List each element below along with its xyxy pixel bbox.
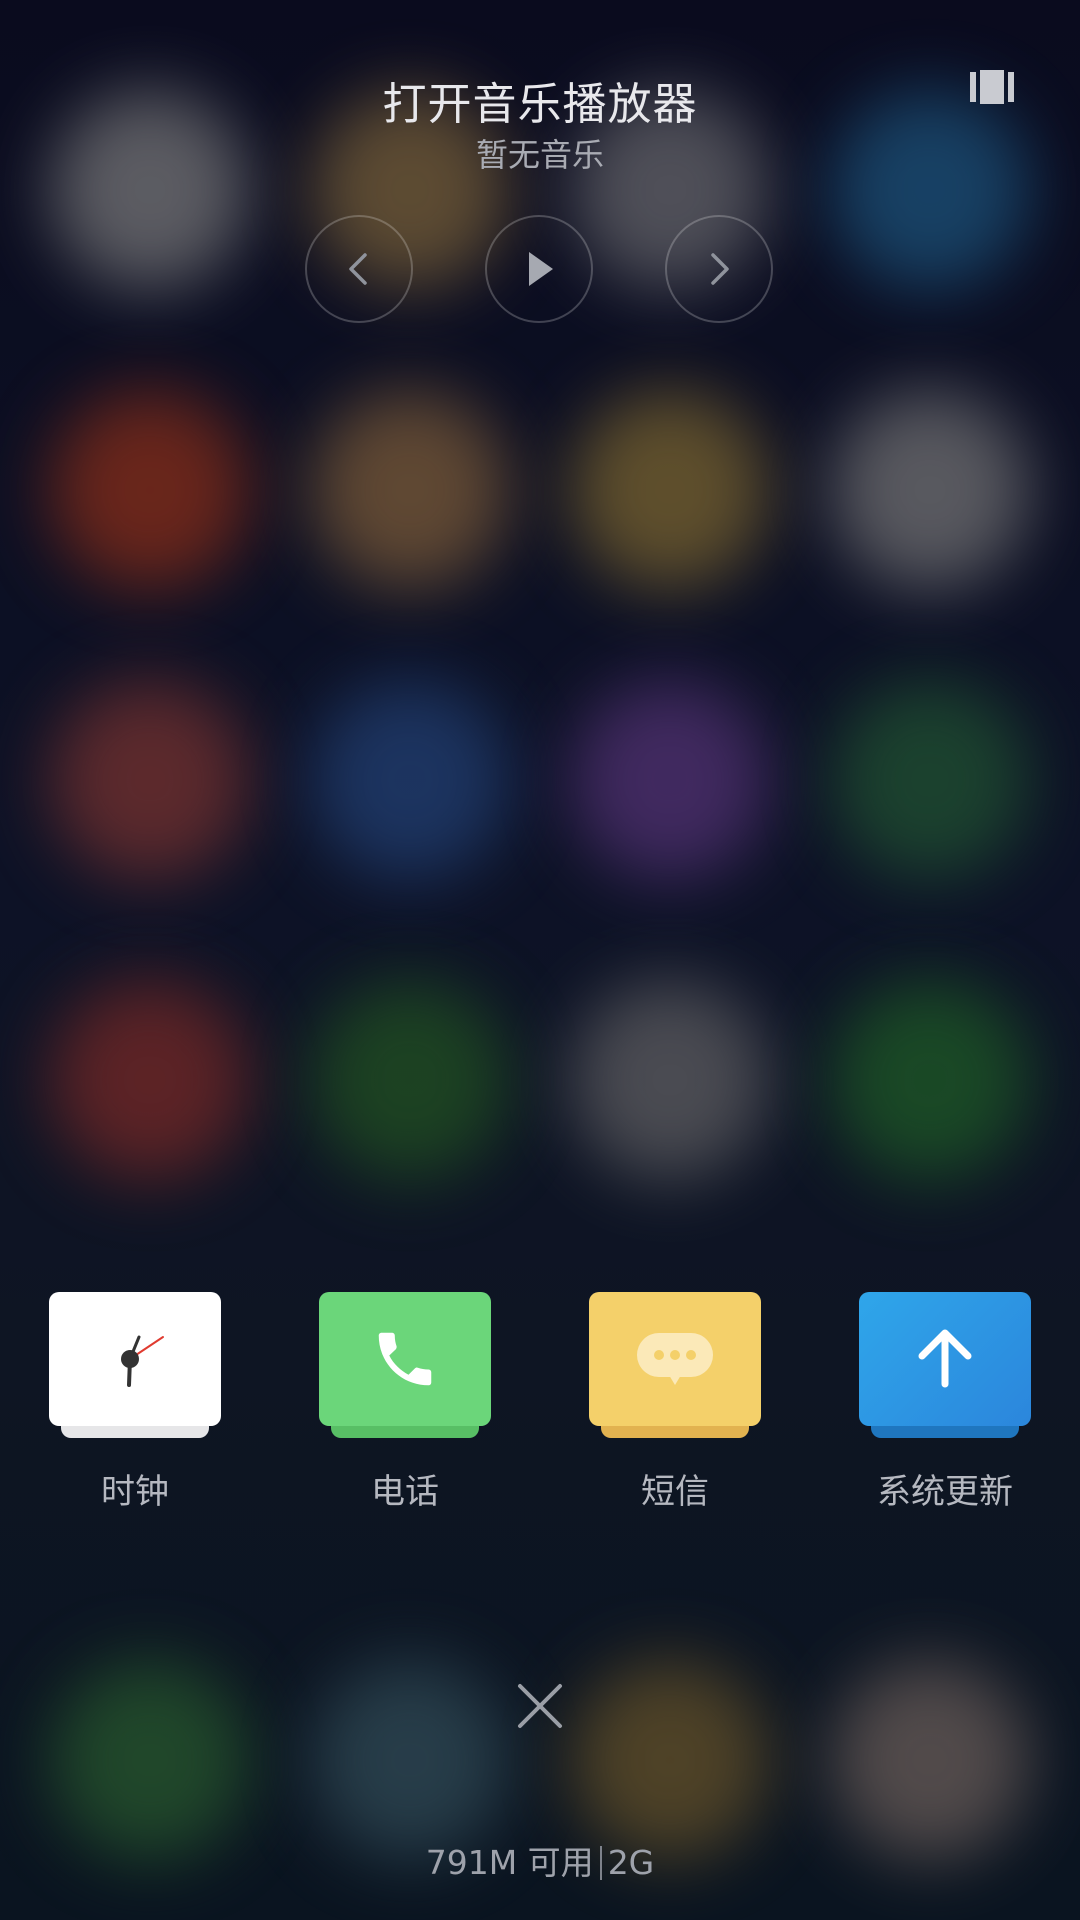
recent-apps-screen: 打开音乐播放器 暂无音乐 时钟 电话 短信 系统更新 791M 可用 2G (0, 0, 1080, 1920)
play-icon (519, 249, 559, 289)
music-player-subtitle: 暂无音乐 (475, 136, 604, 174)
card-switch-icon[interactable] (970, 70, 1014, 104)
shortcut-label: 短信 (641, 1472, 709, 1512)
arrow-up-icon (859, 1292, 1031, 1426)
close-all-button[interactable] (514, 1680, 566, 1732)
music-player-title[interactable]: 打开音乐播放器 (0, 68, 1080, 132)
shortcut-label: 电话 (371, 1472, 439, 1512)
memory-available: 791M 可用 (425, 1843, 594, 1882)
memory-status: 791M 可用 2G (0, 1836, 1080, 1884)
memory-total: 2G (607, 1843, 655, 1882)
close-icon (514, 1684, 566, 1736)
chevron-left-icon (339, 249, 379, 289)
shortcut-system-update[interactable]: 系统更新 (859, 1292, 1031, 1512)
next-track-button[interactable] (665, 215, 773, 323)
shortcut-label: 时钟 (101, 1472, 169, 1512)
previous-track-button[interactable] (305, 215, 413, 323)
message-icon (589, 1292, 761, 1426)
chevron-right-icon (699, 249, 739, 289)
shortcut-messages[interactable]: 短信 (589, 1292, 761, 1512)
clock-icon (49, 1292, 221, 1426)
memory-separator (599, 1846, 602, 1880)
phone-icon (319, 1292, 491, 1426)
shortcut-clock[interactable]: 时钟 (49, 1292, 221, 1512)
shortcut-phone[interactable]: 电话 (319, 1292, 491, 1512)
shortcut-label: 系统更新 (877, 1472, 1013, 1512)
play-button[interactable] (485, 215, 593, 323)
